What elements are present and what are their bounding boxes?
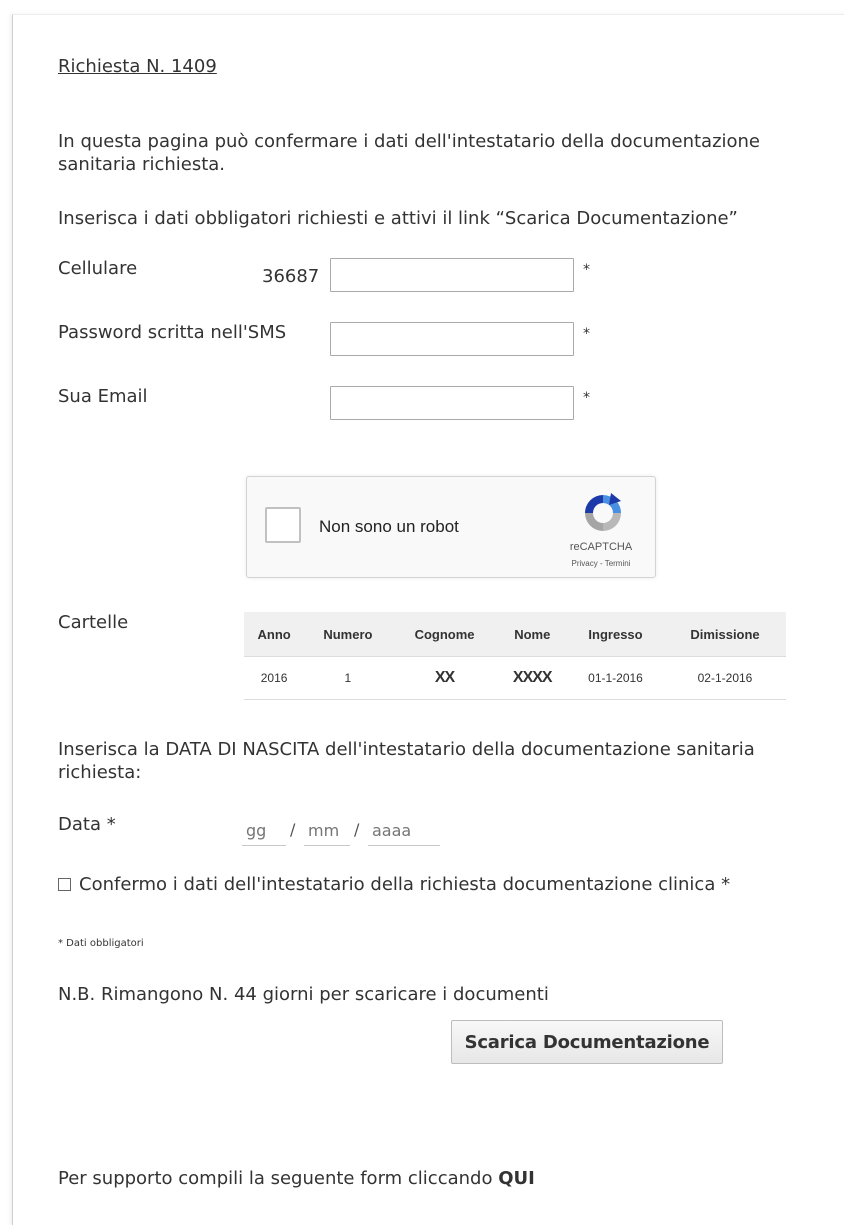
recaptcha-label: Non sono un robot [319, 517, 459, 536]
cellulare-prefix: 36687 [262, 266, 320, 287]
birth-day-input[interactable] [242, 816, 286, 846]
date-separator: / [354, 820, 360, 839]
confirm-label: Confermo i dati dell'intestatario della … [79, 874, 731, 895]
support-link[interactable]: QUI [498, 1168, 535, 1189]
column-header: Cognome [391, 612, 498, 657]
column-header: Nome [497, 612, 568, 657]
birth-month-input[interactable] [304, 816, 350, 846]
recaptcha-checkbox[interactable] [265, 507, 301, 543]
email-label: Sua Email [58, 386, 148, 407]
mandatory-note: * Dati obbligatori [58, 938, 144, 949]
cell-numero: 1 [304, 656, 392, 700]
cell-nome: XXXX [497, 656, 568, 700]
cognome-masked: XX [434, 669, 455, 686]
column-header: Numero [304, 612, 392, 657]
cell-dimissione: 02-1-2016 [663, 656, 786, 700]
password-input[interactable] [330, 322, 574, 356]
cellulare-label: Cellulare [58, 258, 138, 279]
recaptcha-brand: reCAPTCHA [569, 541, 633, 553]
cartelle-table: Anno Numero Cognome Nome Ingresso Dimiss… [244, 612, 786, 700]
cellulare-input[interactable] [330, 258, 574, 292]
birth-date-label: Data * [58, 814, 116, 835]
recaptcha-links[interactable]: Privacy - Termini [551, 559, 651, 568]
column-header: Anno [244, 612, 305, 657]
birth-date-instruction: Inserisca la DATA DI NASCITA dell'intest… [58, 739, 755, 783]
birth-year-input[interactable] [368, 816, 440, 846]
cartelle-label: Cartelle [58, 612, 129, 633]
password-label: Password scritta nell'SMS [58, 322, 287, 343]
email-input[interactable] [330, 386, 574, 420]
instruction-text: Inserisca i dati obbligatori richiesti e… [58, 208, 738, 229]
nome-masked: XXXX [512, 669, 553, 686]
recaptcha-logo-icon [585, 493, 621, 531]
column-header: Ingresso [567, 612, 664, 657]
cell-cognome: XX [391, 656, 498, 700]
recaptcha-widget: Non sono un robot reCAPTCHA Privacy - Te… [246, 476, 656, 578]
column-header: Dimissione [663, 612, 786, 657]
cellulare-required-mark: * [583, 262, 590, 278]
date-separator: / [290, 820, 296, 839]
remaining-days-note: N.B. Rimangono N. 44 giorni per scaricar… [58, 984, 549, 1005]
table-row: 2016 1 XX XXXX 01-1-2016 02-1-2016 [244, 656, 786, 700]
confirm-row[interactable]: Confermo i dati dell'intestatario della … [58, 874, 730, 895]
cell-anno: 2016 [244, 656, 305, 700]
intro-text: In questa pagina può confermare i dati d… [58, 131, 761, 175]
cell-ingresso: 01-1-2016 [567, 656, 664, 700]
password-required-mark: * [583, 326, 590, 342]
support-label: Per supporto compili la seguente form cl… [58, 1168, 499, 1189]
confirm-checkbox[interactable] [58, 878, 71, 891]
table-header-row: Anno Numero Cognome Nome Ingresso Dimiss… [244, 612, 786, 657]
download-button[interactable]: Scarica Documentazione [451, 1020, 723, 1064]
email-required-mark: * [583, 390, 590, 406]
support-text: Per supporto compili la seguente form cl… [58, 1168, 535, 1189]
page-title: Richiesta N. 1409 [58, 56, 217, 77]
